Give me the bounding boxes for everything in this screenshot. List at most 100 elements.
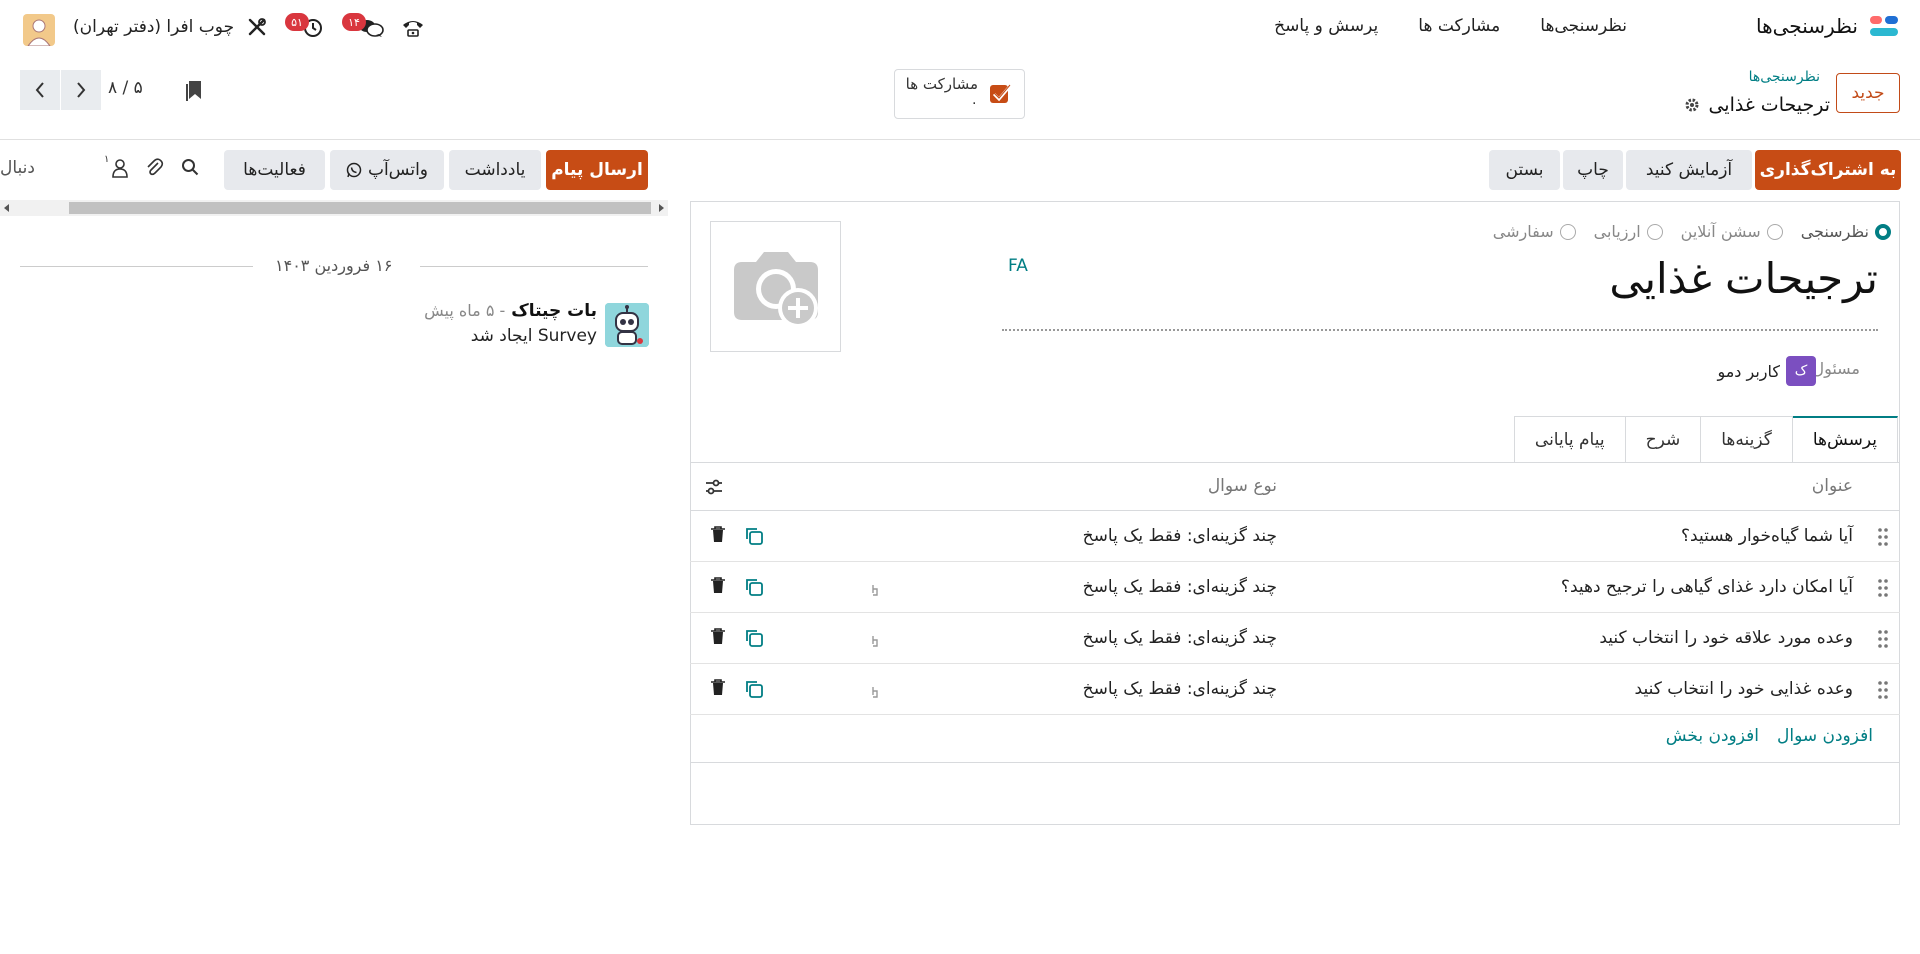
column-type[interactable]: نوع سوال bbox=[1208, 476, 1277, 496]
whatsapp-label: واتس‌آپ bbox=[367, 160, 429, 180]
table-row[interactable]: وعده مورد علاقه خود را انتخاب کنید چند گ… bbox=[690, 614, 1900, 664]
trash-icon[interactable] bbox=[710, 576, 726, 594]
participations-stat-button[interactable]: مشارکت ها ۰ bbox=[894, 69, 1025, 119]
radio-assessment[interactable]: ارزیابی bbox=[1594, 222, 1663, 241]
radio-label: ارزیابی bbox=[1593, 222, 1641, 241]
conditional-icon bbox=[869, 583, 881, 597]
table-row[interactable]: آیا شما گیاه‌خوار هستید؟ چند گزینه‌ای: ف… bbox=[690, 512, 1900, 562]
drag-handle-icon[interactable] bbox=[1878, 578, 1888, 598]
tab-description[interactable]: شرح bbox=[1624, 416, 1702, 462]
responsible-field[interactable]: ک کاربر دمو bbox=[1717, 356, 1816, 386]
app-brand[interactable]: نظرسنجی‌ها bbox=[1756, 14, 1900, 38]
message-author[interactable]: بات چیتاک bbox=[511, 301, 597, 321]
stat-label: مشارکت ها bbox=[905, 75, 978, 93]
app-logo-icon bbox=[1868, 14, 1900, 38]
conditional-icon bbox=[869, 685, 881, 699]
radio-label: سشن آنلاین bbox=[1680, 222, 1761, 241]
date-separator: ۱۶ فروردین ۱۴۰۳ bbox=[20, 256, 648, 276]
radio-survey[interactable]: نظرسنجی bbox=[1801, 222, 1891, 241]
camera-add-icon bbox=[726, 242, 826, 332]
translate-lang-button[interactable]: FA bbox=[1008, 256, 1028, 276]
new-button[interactable]: جدید bbox=[1836, 73, 1900, 113]
table-add-links: افزودن سوال افزودن بخش bbox=[1666, 726, 1873, 746]
copy-icon[interactable] bbox=[744, 577, 764, 597]
bookmark-icon[interactable] bbox=[185, 79, 203, 101]
radio-custom[interactable]: سفارشی bbox=[1493, 222, 1576, 241]
title-underline bbox=[1002, 329, 1878, 331]
followers-count: ۱ bbox=[104, 154, 110, 165]
add-question-link[interactable]: افزودن سوال bbox=[1777, 726, 1873, 746]
question-type: چند گزینه‌ای: فقط یک پاسخ bbox=[1082, 628, 1277, 648]
follow-button[interactable]: دنبال bbox=[0, 158, 35, 178]
question-title: آیا شما گیاه‌خوار هستید؟ bbox=[1681, 526, 1853, 546]
drag-handle-icon[interactable] bbox=[1878, 629, 1888, 649]
test-button[interactable]: آزمایش کنید bbox=[1626, 150, 1752, 190]
pager-prev-button[interactable] bbox=[20, 70, 60, 110]
drag-handle-icon[interactable] bbox=[1878, 680, 1888, 700]
company-switcher[interactable]: چوب افرا (دفتر تهران) bbox=[73, 17, 234, 37]
question-title: وعده غذایی خود را انتخاب کنید bbox=[1634, 679, 1853, 699]
breadcrumb-current: ترجیحات غذایی bbox=[1684, 94, 1830, 116]
drag-handle-icon[interactable] bbox=[1878, 527, 1888, 547]
activities-button[interactable]: فعالیت‌ها bbox=[224, 150, 325, 190]
copy-icon[interactable] bbox=[744, 628, 764, 648]
tab-questions[interactable]: پرسش‌ها bbox=[1791, 416, 1898, 462]
column-settings-icon[interactable] bbox=[704, 477, 724, 497]
tab-options[interactable]: گزینه‌ها bbox=[1700, 416, 1793, 462]
whatsapp-icon bbox=[346, 162, 362, 178]
add-section-link[interactable]: افزودن بخش bbox=[1666, 726, 1759, 746]
messages-badge: ۱۴ bbox=[342, 13, 366, 31]
radio-empty-icon bbox=[1766, 223, 1783, 240]
trash-icon[interactable] bbox=[710, 627, 726, 645]
tab-end-message[interactable]: پیام پایانی bbox=[1513, 416, 1626, 462]
question-title: وعده مورد علاقه خود را انتخاب کنید bbox=[1599, 628, 1853, 648]
menu-item-surveys[interactable]: نظرسنجی‌ها bbox=[1540, 16, 1627, 36]
survey-title-input[interactable]: ترجیحات غذایی bbox=[1609, 254, 1878, 303]
pager-next-button[interactable] bbox=[61, 70, 101, 110]
date-label: ۱۶ فروردین ۱۴۰۳ bbox=[275, 256, 393, 275]
table-row[interactable]: آیا امکان دارد غذای گیاهی را ترجیح دهید؟… bbox=[690, 563, 1900, 613]
table-footer-divider bbox=[690, 762, 1900, 763]
paperclip-icon[interactable] bbox=[144, 157, 164, 177]
column-title[interactable]: عنوان bbox=[1812, 476, 1853, 496]
followers-icon[interactable] bbox=[110, 158, 130, 178]
question-type: چند گزینه‌ای: فقط یک پاسخ bbox=[1082, 679, 1277, 699]
message-time: - ۵ ماه پیش bbox=[424, 301, 506, 320]
scroll-right-arrow-icon[interactable] bbox=[658, 204, 664, 212]
question-type: چند گزینه‌ای: فقط یک پاسخ bbox=[1082, 577, 1277, 597]
tools-icon[interactable] bbox=[247, 17, 267, 37]
table-row[interactable]: وعده غذایی خود را انتخاب کنید چند گزینه‌… bbox=[690, 665, 1900, 715]
scrollbar-thumb[interactable] bbox=[69, 202, 651, 214]
search-icon[interactable] bbox=[181, 158, 199, 176]
trash-icon[interactable] bbox=[710, 525, 726, 543]
send-message-button[interactable]: ارسال پیام bbox=[546, 150, 648, 190]
log-note-button[interactable]: یادداشت bbox=[449, 150, 541, 190]
breadcrumb-parent[interactable]: نظرسنجی‌ها bbox=[1749, 69, 1820, 85]
scroll-left-arrow-icon[interactable] bbox=[4, 204, 10, 212]
menu-item-participations[interactable]: مشارکت ها bbox=[1418, 16, 1500, 36]
date-line-left bbox=[20, 266, 253, 267]
radio-live-session[interactable]: سشن آنلاین bbox=[1681, 222, 1783, 241]
survey-image-field[interactable] bbox=[710, 221, 841, 352]
gear-icon[interactable] bbox=[1684, 97, 1700, 113]
print-button[interactable]: چاپ bbox=[1563, 150, 1623, 190]
menu-item-qa[interactable]: پرسش و پاسخ bbox=[1274, 16, 1378, 36]
copy-icon[interactable] bbox=[744, 526, 764, 546]
responsible-name: کاربر دمو bbox=[1717, 361, 1780, 381]
whatsapp-button[interactable]: واتس‌آپ bbox=[330, 150, 444, 190]
question-type: چند گزینه‌ای: فقط یک پاسخ bbox=[1082, 526, 1277, 546]
chevron-left-icon bbox=[34, 81, 46, 99]
close-button[interactable]: بستن bbox=[1489, 150, 1560, 190]
copy-icon[interactable] bbox=[744, 679, 764, 699]
radio-label: سفارشی bbox=[1492, 222, 1554, 241]
checkbox-icon bbox=[988, 82, 1012, 106]
share-button[interactable]: به اشتراک‌گذاری bbox=[1755, 150, 1901, 190]
stat-value: ۰ bbox=[970, 95, 978, 111]
trash-icon[interactable] bbox=[710, 678, 726, 696]
user-avatar[interactable] bbox=[23, 14, 55, 46]
voip-phone-icon[interactable] bbox=[401, 18, 425, 38]
bot-avatar[interactable] bbox=[605, 303, 649, 347]
chevron-right-icon bbox=[75, 81, 87, 99]
message-body: Survey ایجاد شد bbox=[470, 326, 597, 346]
pager-value[interactable]: ۸ / ۵ bbox=[108, 78, 143, 98]
